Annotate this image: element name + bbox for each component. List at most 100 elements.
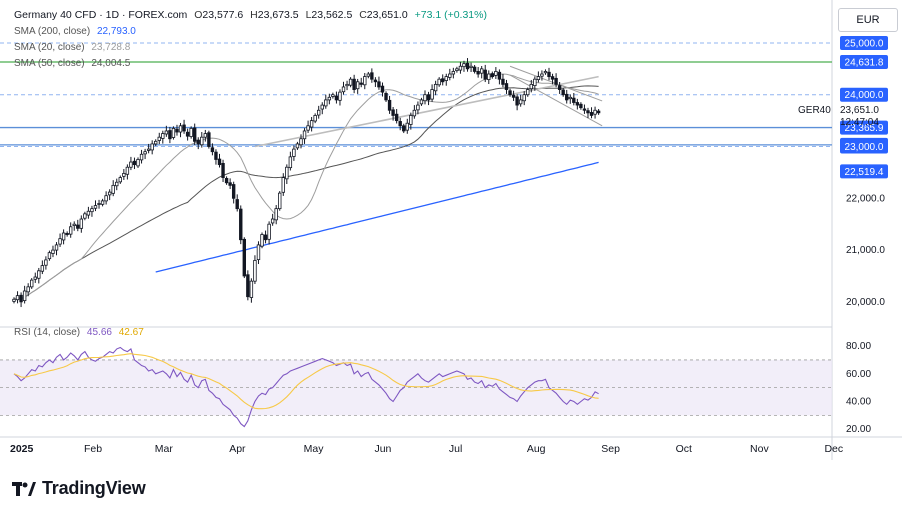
candle-body [441,78,445,83]
candle-body [51,249,55,254]
candle-body [557,85,562,90]
candle-body [19,294,23,303]
candle-body [54,244,59,251]
rsi-legend[interactable]: RSI (14, close) 45.66 42.67 [14,327,144,338]
sma50-value: 24,004.5 [91,58,131,69]
trendline-support [254,75,599,148]
candle-body [504,83,509,90]
candle-body [572,97,576,103]
candle-body [139,153,144,161]
time-axis-label: Oct [676,443,692,455]
candle-body [355,81,360,90]
candle-body [104,195,108,202]
price-label-text: 23,000.0 [845,142,884,153]
sma20-value: 23,728.8 [91,42,131,53]
candle-body [345,83,349,87]
candle-body [285,166,289,180]
time-axis-label: May [304,443,325,455]
candle-body [526,89,530,96]
close-label: C [359,9,367,21]
candle-body [483,69,487,80]
candle-body [334,95,339,101]
candle-body [596,110,601,114]
time-axis-label: Apr [229,443,246,455]
candle-body [313,115,317,122]
candle-body [391,109,395,116]
candle-body [565,93,569,101]
candle-body [324,99,328,107]
candle-body [465,62,470,70]
candle-body [409,115,413,125]
candle-body [306,125,310,131]
candle-body [419,99,424,105]
candle-body [387,99,392,111]
sma200-legend[interactable]: SMA (200, close) 22,793.0 [14,26,136,37]
price-label-text: 24,000.0 [845,90,884,101]
candle-body [288,156,293,169]
price-tick-label: 21,000.0 [846,245,885,256]
candle-body [221,162,225,178]
candle-body [430,89,434,100]
candle-body [100,200,105,205]
candle-body [22,290,27,302]
candle-body [83,213,87,219]
sma200-line [155,161,599,273]
candle-body [472,66,477,72]
last-price: 23,651.0 [840,105,879,116]
currency-button[interactable]: EUR [838,8,898,32]
symbol-name[interactable]: Germany 40 CFD · 1D · FOREX.com [14,9,187,21]
candle-body [444,76,448,81]
candle-body [554,77,558,85]
time-axis-label: Feb [84,443,102,455]
candle-body [317,109,321,116]
candle-body [44,259,48,266]
candle-body [529,83,533,90]
candle-body [508,90,512,96]
candle-body [451,71,456,75]
candle-body [394,113,399,122]
rsi-tick-label: 60.00 [846,369,871,380]
candle-body [203,133,208,138]
candle-body [462,63,466,68]
sma200-label: SMA (200, close) [14,26,91,37]
candle-body [490,73,495,78]
candle-body [295,143,300,149]
candle-body [292,148,296,157]
time-axis-label: Mar [155,443,174,455]
candle-body [235,199,239,210]
candle-body [242,238,247,277]
candle-body [58,238,62,245]
price-tick-label: 22,000.0 [846,193,885,204]
candle-body [178,125,183,133]
candle-body [455,68,459,72]
candle-body [214,151,218,160]
candle-body [398,121,402,127]
candle-body [352,78,356,90]
candle-body [494,71,498,76]
candle-body [93,205,98,209]
candle-body [224,178,229,184]
candle-body [363,76,367,86]
candle-body [68,226,73,235]
candle-body [115,181,119,187]
candle-body [299,138,303,146]
tradingview-logo[interactable]: TradingView [12,478,146,499]
sma200-value: 22,793.0 [96,26,136,37]
rsi-value: 45.66 [86,327,112,338]
sma50-legend[interactable]: SMA (50, close) 24,004.5 [14,58,130,69]
change-value: +73.1 (+0.31%) [414,9,487,21]
candle-body [338,91,342,101]
sma20-label: SMA (20, close) [14,42,85,53]
candle-body [249,280,254,298]
high-label: H [250,9,258,21]
candle-body [437,78,441,86]
rsi-tick-label: 20.00 [846,424,871,435]
candle-body [161,133,165,139]
candle-body [263,234,268,241]
candle-body [15,295,20,301]
candle-body [118,177,122,183]
candle-body [380,85,385,93]
chart-canvas[interactable]: 20,000.0 21,000.0 22,000.0 23,000.0 24,000.0… [0,0,902,516]
candle-body [168,130,172,140]
sma20-legend[interactable]: SMA (20, close) 23,728.8 [14,42,130,53]
